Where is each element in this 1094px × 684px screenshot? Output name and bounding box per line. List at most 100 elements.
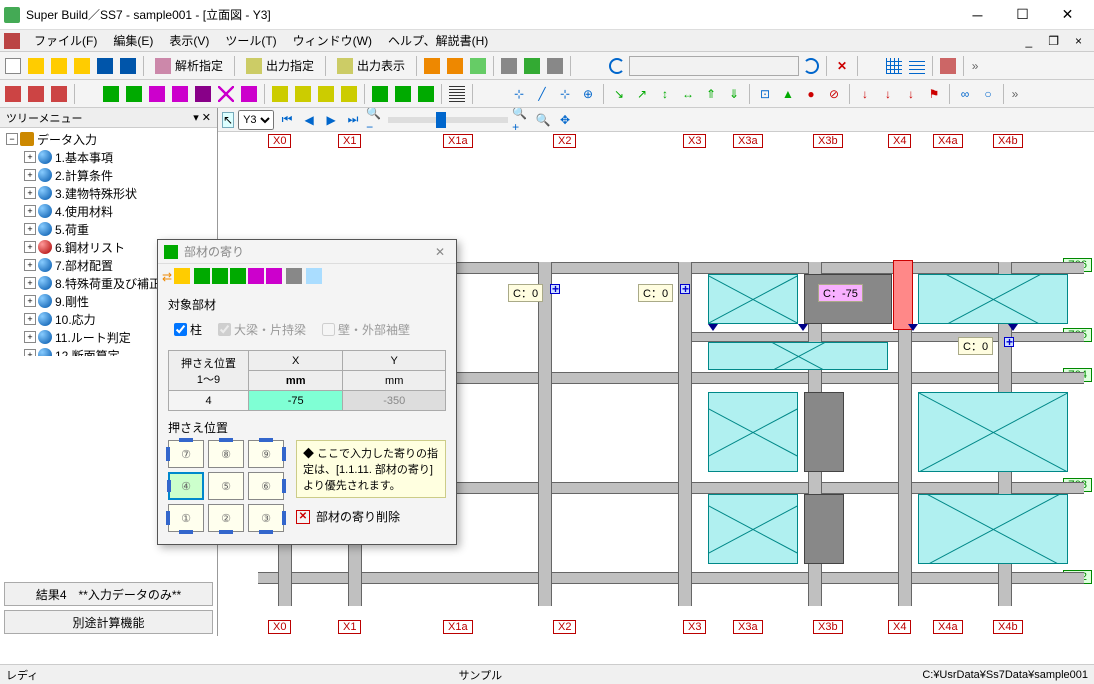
- tree-item-4[interactable]: +4.使用材料: [2, 202, 215, 220]
- maximize-button[interactable]: ☐: [1000, 1, 1045, 29]
- zoom-in-icon[interactable]: 🔍+: [512, 111, 530, 129]
- misc-2[interactable]: ▲: [777, 83, 799, 105]
- red-2[interactable]: ↓: [877, 83, 899, 105]
- chk-beam[interactable]: 大梁・片持梁: [218, 321, 306, 338]
- grid-icon[interactable]: [883, 55, 905, 77]
- misc-4[interactable]: ⊘: [823, 83, 845, 105]
- ar-6[interactable]: ⇓: [723, 83, 745, 105]
- red-3[interactable]: ↓: [900, 83, 922, 105]
- handle-1[interactable]: [550, 284, 560, 294]
- pos-9[interactable]: ⑨: [248, 440, 284, 468]
- undo-combo[interactable]: [629, 56, 799, 76]
- tb2-2[interactable]: [25, 83, 47, 105]
- dlg-tb-grid[interactable]: [306, 268, 322, 287]
- menu-window[interactable]: ウィンドウ(W): [285, 30, 380, 51]
- expand-icon[interactable]: +: [24, 295, 36, 307]
- nav-next[interactable]: ▶: [322, 111, 340, 129]
- expand-icon[interactable]: +: [24, 313, 36, 325]
- snap-1[interactable]: ⊹: [508, 83, 530, 105]
- chk-wall[interactable]: 壁・外部袖壁: [322, 321, 410, 338]
- redo-icon[interactable]: [800, 55, 822, 77]
- ar-1[interactable]: ↘: [608, 83, 630, 105]
- analysis-button[interactable]: 解析指定: [148, 55, 230, 77]
- dlg-tb-print[interactable]: [286, 268, 302, 287]
- flag[interactable]: ⚑: [923, 83, 945, 105]
- expand-icon[interactable]: +: [24, 349, 36, 356]
- nav-prev[interactable]: ◀: [300, 111, 318, 129]
- shape-g2[interactable]: [392, 83, 414, 105]
- save-icon[interactable]: [94, 55, 116, 77]
- result-button[interactable]: 結果4 **入力データのみ**: [4, 582, 213, 606]
- tb-a2[interactable]: [444, 55, 466, 77]
- pos-3[interactable]: ③: [248, 504, 284, 532]
- shape-br[interactable]: [192, 83, 214, 105]
- minimize-button[interactable]: ─: [955, 1, 1000, 29]
- handle-2[interactable]: [680, 284, 690, 294]
- dlg-tb-s1[interactable]: [230, 268, 246, 287]
- undo-icon[interactable]: [606, 55, 628, 77]
- snap-2[interactable]: ╱: [531, 83, 553, 105]
- expand-icon[interactable]: +: [24, 241, 36, 253]
- pos-5[interactable]: ⑤: [208, 472, 244, 500]
- dlg-tb-s2[interactable]: [248, 268, 264, 287]
- shape-col[interactable]: [100, 83, 122, 105]
- expand-icon[interactable]: +: [24, 187, 36, 199]
- cell-pos[interactable]: 4: [169, 391, 249, 411]
- zoom-fit-icon[interactable]: 🔍: [534, 111, 552, 129]
- snap-3[interactable]: ⊹: [554, 83, 576, 105]
- ar-3[interactable]: ↕: [654, 83, 676, 105]
- close-button[interactable]: ✕: [1045, 1, 1090, 29]
- expand-icon[interactable]: +: [24, 169, 36, 181]
- outview-button[interactable]: 出力表示: [330, 55, 412, 77]
- mdi-restore[interactable]: ❐: [1040, 32, 1067, 50]
- misc-1[interactable]: ⊡: [754, 83, 776, 105]
- grid3-icon[interactable]: [937, 55, 959, 77]
- nav-first[interactable]: ⏮: [278, 111, 296, 129]
- red-1[interactable]: ↓: [854, 83, 876, 105]
- pos-6[interactable]: ⑥: [248, 472, 284, 500]
- snap-4[interactable]: ⊕: [577, 83, 599, 105]
- open-icon[interactable]: [25, 55, 47, 77]
- menu-edit[interactable]: 編集(E): [105, 30, 161, 51]
- pos-2[interactable]: ②: [208, 504, 244, 532]
- mdi-minimize[interactable]: _: [1018, 32, 1041, 50]
- tree-item-2[interactable]: +2.計算条件: [2, 166, 215, 184]
- chk-column[interactable]: 柱: [174, 321, 202, 338]
- handle-3[interactable]: [1004, 337, 1014, 347]
- shape-g1[interactable]: [369, 83, 391, 105]
- export-icon[interactable]: [544, 55, 566, 77]
- shape-y4[interactable]: [338, 83, 360, 105]
- menu-help[interactable]: ヘルプ、解説書(H): [380, 30, 496, 51]
- sidebar-toggle[interactable]: ▾ ✕: [193, 111, 211, 124]
- misc-3[interactable]: ●: [800, 83, 822, 105]
- shape-f1[interactable]: [238, 83, 260, 105]
- link-icon[interactable]: ∞: [954, 83, 976, 105]
- shape-y1[interactable]: [269, 83, 291, 105]
- dlg-tb-col[interactable]: [194, 268, 210, 287]
- menu-file[interactable]: ファイル(F): [26, 30, 105, 51]
- zoom-out-icon[interactable]: 🔍−: [366, 111, 384, 129]
- pos-7[interactable]: ⑦: [168, 440, 204, 468]
- axis-select[interactable]: Y3: [238, 110, 274, 130]
- pos-8[interactable]: ⑧: [208, 440, 244, 468]
- tree-collapse-icon[interactable]: −: [6, 133, 18, 145]
- toolbar1-overflow[interactable]: »: [968, 59, 982, 73]
- expand-icon[interactable]: +: [24, 277, 36, 289]
- toolbar2-overflow[interactable]: »: [1008, 87, 1022, 101]
- expand-icon[interactable]: +: [24, 223, 36, 235]
- saveall-icon[interactable]: [117, 55, 139, 77]
- pan-icon[interactable]: ✥: [556, 111, 574, 129]
- ar-4[interactable]: ↔: [677, 83, 699, 105]
- output-button[interactable]: 出力指定: [239, 55, 321, 77]
- ar-5[interactable]: ⇑: [700, 83, 722, 105]
- tree-item-1[interactable]: +1.基本事項: [2, 148, 215, 166]
- open2-icon[interactable]: [48, 55, 70, 77]
- tb2-1[interactable]: [2, 83, 24, 105]
- zoom-slider[interactable]: [388, 117, 508, 123]
- menu-view[interactable]: 表示(V): [161, 30, 217, 51]
- shape-grid[interactable]: [446, 83, 468, 105]
- grid2-icon[interactable]: [906, 55, 928, 77]
- expand-icon[interactable]: +: [24, 205, 36, 217]
- shape-x[interactable]: [215, 83, 237, 105]
- pos-1[interactable]: ①: [168, 504, 204, 532]
